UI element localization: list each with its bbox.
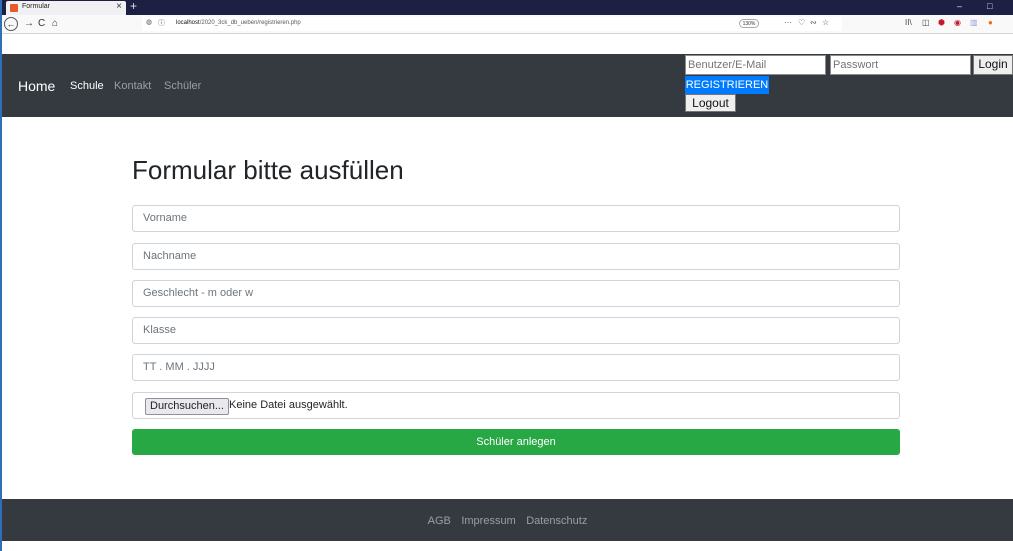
info-icon[interactable]: ⓘ [158,18,165,28]
zoom-indicator[interactable]: 130% [739,19,759,28]
birthdate-field[interactable]: TT . MM . JJJJ [132,354,900,381]
browse-file-button[interactable]: Durchsuchen... [145,398,229,415]
login-button[interactable]: Login [973,55,1013,75]
lastname-field[interactable]: Nachname [132,243,900,270]
favicon-icon [10,4,18,12]
browser-tab[interactable]: Formular × [6,1,126,15]
library-icon[interactable]: II\ [905,18,912,28]
footer-link-datenschutz[interactable]: Datenschutz [526,515,587,527]
reload-icon[interactable]: C [38,17,45,31]
forward-icon[interactable]: → [24,17,34,31]
shield-icon: ◍ [146,19,153,26]
ublock-icon[interactable]: ⬢ [938,18,945,28]
tab-close-icon[interactable]: × [116,1,122,12]
username-input[interactable] [685,55,826,75]
file-status-text: Keine Datei ausgewählt. [229,399,348,411]
gender-field[interactable]: Geschlecht - m oder w [132,280,900,307]
url-path: /2020_3ck_db_ueben/registrieren.php [199,20,301,26]
site-footer: AGB Impressum Datenschutz [2,499,1013,541]
page-title: Formular bitte ausfüllen [132,155,404,185]
logout-button[interactable]: Logout [685,94,736,112]
site-navbar: Home Schule Kontakt Schüler Login REGIST… [2,54,1013,117]
pocket-icon[interactable]: ♡ [798,18,805,27]
brand-home-link[interactable]: Home [18,78,55,94]
home-icon[interactable]: ⌂ [52,17,58,31]
url-bar[interactable]: ◍ ⓘ localhost/2020_3ck_db_ueben/registri… [142,17,842,31]
new-tab-icon[interactable]: + [130,0,137,13]
file-upload-field: Durchsuchen... Keine Datei ausgewählt. [132,392,900,419]
footer-links: AGB Impressum Datenschutz [2,499,1013,542]
browser-toolbar: ← → C ⌂ ◍ ⓘ localhost/2020_3ck_db_ueben/… [2,15,1013,34]
screenshot-frame: Formular × + – □ ← → C ⌂ ◍ ⓘ localhost/2… [0,0,1013,551]
nav-link-schule[interactable]: Schule [70,80,104,92]
footer-link-agb[interactable]: AGB [428,515,451,527]
url-host: localhost [176,20,200,26]
firefox-icon[interactable]: ● [988,18,993,28]
browser-tab-bar: Formular × + – □ [2,0,1013,15]
footer-link-impressum[interactable]: Impressum [461,515,515,527]
firstname-field[interactable]: Vorname [132,205,900,232]
create-student-button[interactable]: Schüler anlegen [132,429,900,455]
extension-icon[interactable]: ◉ [954,18,961,28]
minimize-icon[interactable]: – [957,1,962,11]
page-actions-icon[interactable]: ··· [784,18,792,27]
nav-link-kontakt[interactable]: Kontakt [114,80,151,92]
nav-link-schueler[interactable]: Schüler [164,80,201,92]
back-icon[interactable]: ← [4,17,18,31]
maximize-icon[interactable]: □ [987,1,992,11]
register-button[interactable]: REGISTRIEREN [685,76,769,94]
bars-icon[interactable]: ▥ [970,18,978,28]
password-input[interactable] [830,55,971,75]
bookmark-star-icon[interactable]: ☆ [822,18,829,27]
class-field[interactable]: Klasse [132,317,900,344]
tab-title: Formular [22,3,51,10]
sidebar-icon[interactable]: ◫ [922,18,930,28]
reader-icon[interactable]: ∾ [810,18,817,27]
url-text: localhost/2020_3ck_db_ueben/registrieren… [176,20,301,26]
